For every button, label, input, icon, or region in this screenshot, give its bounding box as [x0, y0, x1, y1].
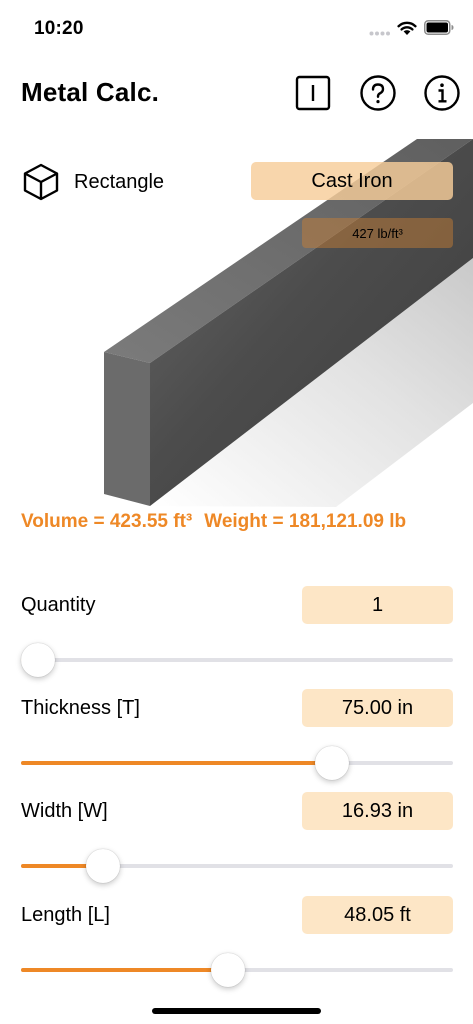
- width-label: Width [W]: [21, 800, 108, 822]
- help-icon[interactable]: [359, 74, 397, 112]
- width-field[interactable]: 16.93 in: [302, 792, 453, 830]
- info-icon[interactable]: [423, 74, 461, 112]
- material-button[interactable]: Cast Iron: [251, 162, 453, 200]
- cellular-signal-icon: [369, 31, 390, 36]
- slider-thumb[interactable]: [86, 849, 121, 883]
- slider-track: [21, 658, 453, 662]
- app-title: Metal Calc.: [21, 77, 160, 107]
- status-bar: 10:20: [0, 0, 473, 56]
- thickness-slider[interactable]: [21, 743, 453, 783]
- quantity-slider[interactable]: [21, 640, 453, 680]
- slider-fill: [21, 761, 333, 765]
- slider-thumb[interactable]: [211, 953, 246, 987]
- volume-result: Volume = 423.55 ft³: [21, 511, 193, 532]
- cube-icon: [23, 163, 59, 201]
- weight-result: Weight = 181,121.09 lb: [204, 511, 407, 532]
- length-label: Length [L]: [21, 904, 110, 926]
- slider-thumb[interactable]: [315, 746, 350, 780]
- slider-fill: [21, 968, 229, 972]
- density-badge: 427 lb/ft³: [302, 218, 453, 248]
- width-slider[interactable]: [21, 846, 453, 886]
- slider-thumb[interactable]: [21, 643, 56, 677]
- result-line: Volume = 423.55 ft³ Weight = 181,121.09 l…: [21, 511, 406, 533]
- thickness-field[interactable]: 75.00 in: [302, 689, 453, 727]
- battery-icon: [424, 20, 454, 35]
- length-field[interactable]: 48.05 ft: [302, 896, 453, 934]
- wifi-icon: [397, 21, 417, 35]
- shape-selector[interactable]: Rectangle: [21, 163, 164, 201]
- quantity-field[interactable]: 1: [302, 586, 453, 624]
- length-slider[interactable]: [21, 950, 453, 990]
- text-cursor-icon[interactable]: [294, 74, 332, 112]
- shape-label: Rectangle: [74, 170, 165, 193]
- bar-front-face: [104, 352, 150, 506]
- status-time: 10:20: [34, 18, 84, 39]
- home-indicator: [152, 1008, 321, 1014]
- quantity-label: Quantity: [21, 594, 96, 616]
- thickness-label: Thickness [T]: [21, 697, 140, 719]
